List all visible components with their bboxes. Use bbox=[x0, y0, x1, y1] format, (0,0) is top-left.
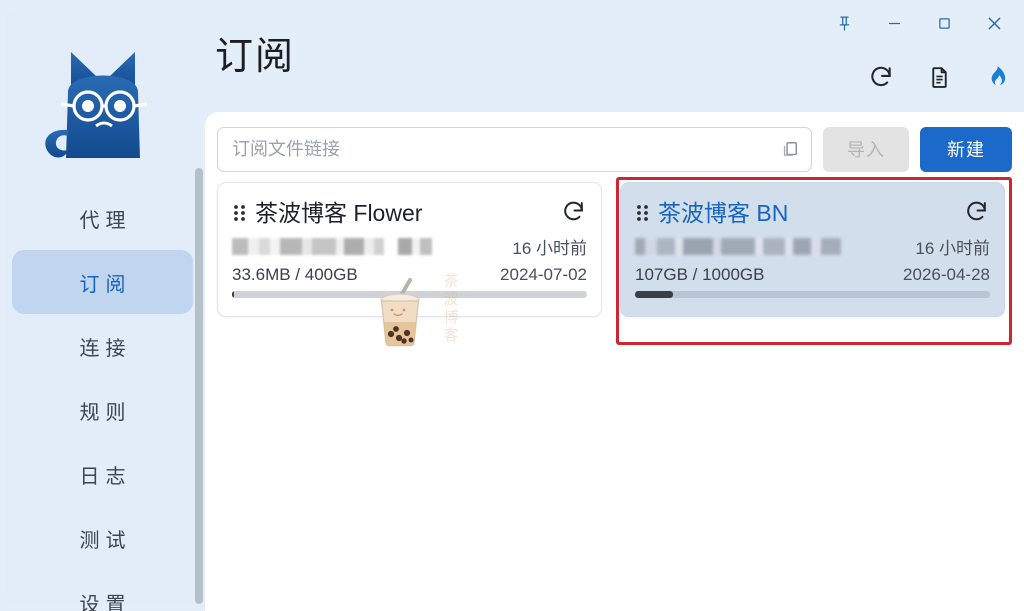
sidebar-scrollbar[interactable] bbox=[195, 168, 203, 604]
profile-refresh-icon[interactable] bbox=[559, 197, 587, 225]
sidebar-panel: 代理 订阅 连接 规则 日志 测试 设置 bbox=[6, 8, 199, 611]
cat-logo-icon bbox=[44, 52, 147, 158]
profile-updated: 16 小时前 bbox=[512, 238, 587, 258]
profile-title: 茶波博客 BN bbox=[658, 199, 789, 226]
sidebar: 代理 订阅 连接 规则 日志 测试 设置 bbox=[0, 0, 205, 611]
new-profile-button[interactable]: 新建 bbox=[920, 126, 1012, 172]
profile-usage-row: 107GB / 1000GB 2026-04-28 bbox=[635, 263, 990, 287]
search-input[interactable] bbox=[218, 127, 769, 171]
profile-card-list: 茶波博客 Flower 16 小时前 33.6MB / 400GB 2024-0… bbox=[217, 182, 1012, 317]
sidebar-item-rules[interactable]: 规则 bbox=[12, 378, 193, 442]
sidebar-item-label: 订阅 bbox=[79, 273, 132, 296]
header-toolbar bbox=[866, 62, 1012, 92]
sidebar-item-label: 连接 bbox=[79, 337, 132, 360]
profile-url-row: 16 小时前 bbox=[635, 234, 990, 258]
content-panel: 导入 新建 茶波博客 Flower bbox=[205, 112, 1024, 611]
profile-card-header: 茶波博客 Flower bbox=[232, 197, 587, 229]
maximize-icon[interactable] bbox=[922, 6, 966, 40]
profile-card[interactable]: 茶波博客 Flower 16 小时前 33.6MB / 400GB 2024-0… bbox=[217, 182, 602, 317]
copy-icon[interactable] bbox=[769, 128, 811, 171]
sidebar-nav: 代理 订阅 连接 规则 日志 测试 设置 bbox=[6, 186, 199, 611]
profile-usage-row: 33.6MB / 400GB 2024-07-02 bbox=[232, 263, 587, 287]
drag-handle-icon[interactable] bbox=[635, 202, 651, 224]
window-controls bbox=[822, 6, 1016, 40]
profile-progress-bar bbox=[635, 291, 990, 298]
sidebar-item-label: 代理 bbox=[79, 209, 132, 232]
sidebar-item-proxy[interactable]: 代理 bbox=[12, 186, 193, 250]
sidebar-item-test[interactable]: 测试 bbox=[12, 506, 193, 570]
refresh-icon[interactable] bbox=[866, 62, 896, 92]
main-area: 订阅 订阅文件链接 导入 新建 茶波博客 Flower 16 小时前 33.6M… bbox=[205, 0, 1024, 611]
flame-icon[interactable] bbox=[982, 62, 1012, 92]
page-title: 订阅 bbox=[215, 36, 296, 78]
sidebar-item-label: 规则 bbox=[79, 401, 132, 424]
pin-icon[interactable] bbox=[822, 6, 866, 40]
profile-traffic: 33.6MB / 400GB bbox=[232, 265, 358, 284]
profile-url-redacted bbox=[635, 237, 841, 255]
url-input-box[interactable] bbox=[217, 126, 812, 172]
profile-traffic: 107GB / 1000GB bbox=[635, 265, 765, 284]
subscription-input-row: 导入 新建 bbox=[217, 124, 1012, 174]
app-window: 代理 订阅 连接 规则 日志 测试 设置 订阅 订阅文件链接 导入 新建 茶波博… bbox=[0, 0, 1024, 611]
sidebar-item-label: 测试 bbox=[79, 529, 132, 552]
close-icon[interactable] bbox=[972, 6, 1016, 40]
sidebar-item-label: 日志 bbox=[79, 465, 132, 488]
sidebar-item-logs[interactable]: 日志 bbox=[12, 442, 193, 506]
profile-progress-fill bbox=[232, 291, 234, 298]
profile-url-redacted bbox=[232, 237, 438, 255]
profile-updated: 16 小时前 bbox=[915, 238, 990, 258]
minimize-icon[interactable] bbox=[872, 6, 916, 40]
profile-progress-bar bbox=[232, 291, 587, 298]
profile-url-row: 16 小时前 bbox=[232, 234, 587, 258]
sidebar-item-connections[interactable]: 连接 bbox=[12, 314, 193, 378]
sidebar-item-label: 设置 bbox=[79, 593, 132, 611]
profile-card[interactable]: 茶波博客 BN 16 小时前 107GB / 1000GB 2026-04-28 bbox=[620, 182, 1005, 317]
sidebar-item-settings[interactable]: 设置 bbox=[12, 570, 193, 611]
app-logo bbox=[6, 22, 199, 182]
profile-refresh-icon[interactable] bbox=[962, 197, 990, 225]
profile-expire: 2026-04-28 bbox=[903, 265, 990, 284]
profile-card-header: 茶波博客 BN bbox=[635, 197, 990, 229]
import-button[interactable]: 导入 bbox=[823, 126, 909, 172]
profile-title: 茶波博客 Flower bbox=[255, 199, 423, 226]
file-icon[interactable] bbox=[924, 62, 954, 92]
sidebar-item-profiles[interactable]: 订阅 bbox=[12, 250, 193, 314]
profile-progress-fill bbox=[635, 291, 673, 298]
titlebar: 订阅 bbox=[205, 0, 1024, 118]
drag-handle-icon[interactable] bbox=[232, 202, 248, 224]
profile-expire: 2024-07-02 bbox=[500, 265, 587, 284]
